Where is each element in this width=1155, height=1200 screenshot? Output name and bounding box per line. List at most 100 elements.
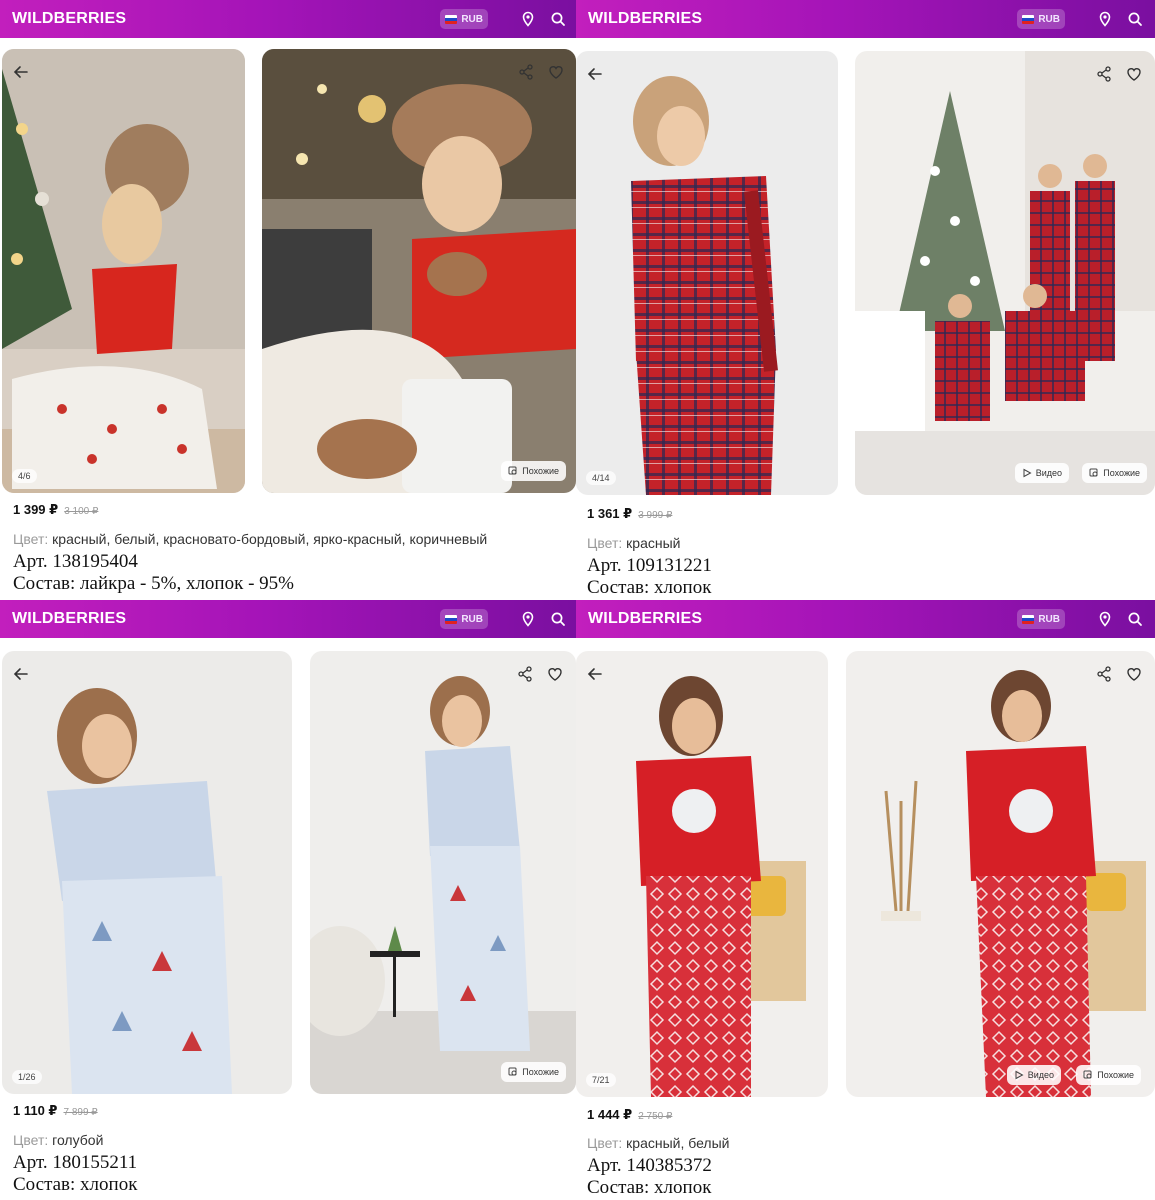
product-photo-secondary[interactable]: Видео Похожие xyxy=(846,651,1155,1097)
heart-icon[interactable] xyxy=(546,665,564,683)
share-icon[interactable] xyxy=(1095,65,1113,83)
price-row: 1 361 ₽ 3 999 ₽ xyxy=(587,506,672,522)
color-line: Цвет: голубой xyxy=(13,1132,103,1148)
product-card-1: WILDBERRIES RUB 4/6 Похожие 1 399 ₽ 3 10… xyxy=(0,0,578,600)
composition: Состав: хлопок xyxy=(587,577,712,598)
price-row: 1 444 ₽ 2 750 ₽ xyxy=(587,1107,672,1123)
heart-icon[interactable] xyxy=(1125,65,1143,83)
video-label: Видео xyxy=(1035,468,1062,478)
price-row: 1 110 ₽ 7 899 ₽ xyxy=(13,1103,98,1119)
play-icon xyxy=(1023,468,1032,478)
current-price: 1 399 ₽ xyxy=(13,502,59,517)
color-value: красный, белый, красновато-бордовый, ярк… xyxy=(52,531,488,547)
similar-search-icon xyxy=(508,466,517,475)
arrow-left-icon[interactable] xyxy=(586,65,604,83)
video-button[interactable]: Видео xyxy=(1006,1065,1061,1085)
similar-search-icon xyxy=(508,1067,517,1076)
arrow-left-icon[interactable] xyxy=(586,665,604,683)
photo-woman-red-pajama xyxy=(576,651,828,1097)
color-line: Цвет: красный, белый xyxy=(587,1135,729,1151)
russia-flag-icon xyxy=(445,614,458,624)
current-price: 1 444 ₽ xyxy=(587,1107,633,1122)
price-row: 1 399 ₽ 3 100 ₽ xyxy=(13,502,98,518)
video-label: Видео xyxy=(1027,1070,1054,1080)
photo-woman-in-knit-hat xyxy=(262,49,576,493)
photo-woman-red-pajama-room xyxy=(846,651,1155,1097)
heart-icon[interactable] xyxy=(1125,665,1143,683)
photo-counter: 4/14 xyxy=(586,471,616,485)
article-number: Арт. 109131221 xyxy=(587,555,712,576)
wildberries-logo[interactable]: WILDBERRIES xyxy=(12,610,440,628)
currency-label: RUB xyxy=(461,613,483,625)
location-pin-icon[interactable] xyxy=(1097,11,1113,27)
similar-button[interactable]: Похожие xyxy=(1082,463,1147,483)
article-number: Арт. 140385372 xyxy=(587,1155,712,1176)
color-value: красный, белый xyxy=(626,1135,730,1151)
color-line: Цвет: красный xyxy=(587,535,680,551)
product-photo-secondary[interactable]: Похожие xyxy=(262,49,576,493)
product-photo-secondary[interactable]: Видео Похожие xyxy=(855,51,1155,495)
russia-flag-icon xyxy=(1022,614,1035,624)
product-card-2: WILDBERRIES RUB 4/14 Видео Похожие 1 361… xyxy=(576,0,1155,600)
product-card-3: WILDBERRIES RUB 1/26 Похожие 1 110 ₽ 7 8… xyxy=(0,600,578,1200)
app-header: WILDBERRIES RUB xyxy=(576,0,1155,38)
product-card-4: WILDBERRIES RUB 7/21 Видео Похожие 1 444… xyxy=(576,600,1155,1200)
similar-button[interactable]: Похожие xyxy=(501,461,566,481)
location-pin-icon[interactable] xyxy=(1097,611,1113,627)
currency-selector[interactable]: RUB xyxy=(440,609,488,629)
old-price: 2 750 ₽ xyxy=(638,1111,673,1122)
search-icon[interactable] xyxy=(1127,11,1143,27)
old-price: 3 999 ₽ xyxy=(638,510,673,521)
wildberries-logo[interactable]: WILDBERRIES xyxy=(588,10,1017,28)
product-photo-main[interactable]: 1/26 xyxy=(2,651,292,1094)
currency-selector[interactable]: RUB xyxy=(440,9,488,29)
product-photo-main[interactable]: 4/6 xyxy=(2,49,245,493)
similar-button[interactable]: Похожие xyxy=(1076,1065,1141,1085)
app-header: WILDBERRIES RUB xyxy=(576,600,1155,638)
color-label: Цвет: xyxy=(13,531,49,547)
similar-search-icon xyxy=(1083,1070,1092,1079)
product-photo-secondary[interactable]: Похожие xyxy=(310,651,576,1094)
wildberries-logo[interactable]: WILDBERRIES xyxy=(12,10,440,28)
share-icon[interactable] xyxy=(516,665,534,683)
app-header: WILDBERRIES RUB xyxy=(0,600,578,638)
photo-counter: 7/21 xyxy=(586,1073,616,1087)
location-pin-icon[interactable] xyxy=(520,11,536,27)
arrow-left-icon[interactable] xyxy=(12,63,30,81)
search-icon[interactable] xyxy=(550,611,566,627)
russia-flag-icon xyxy=(1022,14,1035,24)
share-icon[interactable] xyxy=(1095,665,1113,683)
old-price: 7 899 ₽ xyxy=(63,1107,98,1118)
similar-search-icon xyxy=(1089,468,1098,477)
arrow-left-icon[interactable] xyxy=(12,665,30,683)
search-icon[interactable] xyxy=(1127,611,1143,627)
wildberries-logo[interactable]: WILDBERRIES xyxy=(588,610,1017,628)
color-label: Цвет: xyxy=(587,535,623,551)
current-price: 1 110 ₽ xyxy=(13,1103,58,1118)
currency-label: RUB xyxy=(1038,13,1060,25)
photo-counter: 4/6 xyxy=(12,469,37,483)
currency-selector[interactable]: RUB xyxy=(1017,609,1065,629)
search-icon[interactable] xyxy=(550,11,566,27)
heart-icon[interactable] xyxy=(547,63,565,81)
similar-label: Похожие xyxy=(522,466,559,476)
currency-label: RUB xyxy=(461,13,483,25)
similar-button[interactable]: Похожие xyxy=(501,1062,566,1082)
currency-selector[interactable]: RUB xyxy=(1017,9,1065,29)
product-photo-main[interactable]: 4/14 xyxy=(576,51,838,495)
currency-label: RUB xyxy=(1038,613,1060,625)
article-number: Арт. 138195404 xyxy=(13,551,138,572)
share-icon[interactable] xyxy=(517,63,535,81)
location-pin-icon[interactable] xyxy=(520,611,536,627)
photo-woman-blue-pajama xyxy=(2,651,292,1094)
photo-four-women-by-tree xyxy=(855,51,1155,495)
similar-label: Похожие xyxy=(522,1067,559,1077)
color-label: Цвет: xyxy=(13,1132,49,1148)
photo-woman-blue-pajama-room xyxy=(310,651,576,1094)
product-photo-main[interactable]: 7/21 xyxy=(576,651,828,1097)
video-button[interactable]: Видео xyxy=(1014,463,1069,483)
color-line: Цвет: красный, белый, красновато-бордовы… xyxy=(13,531,487,547)
composition: Состав: хлопок xyxy=(587,1177,712,1198)
old-price: 3 100 ₽ xyxy=(64,506,99,517)
photo-counter: 1/26 xyxy=(12,1070,42,1084)
